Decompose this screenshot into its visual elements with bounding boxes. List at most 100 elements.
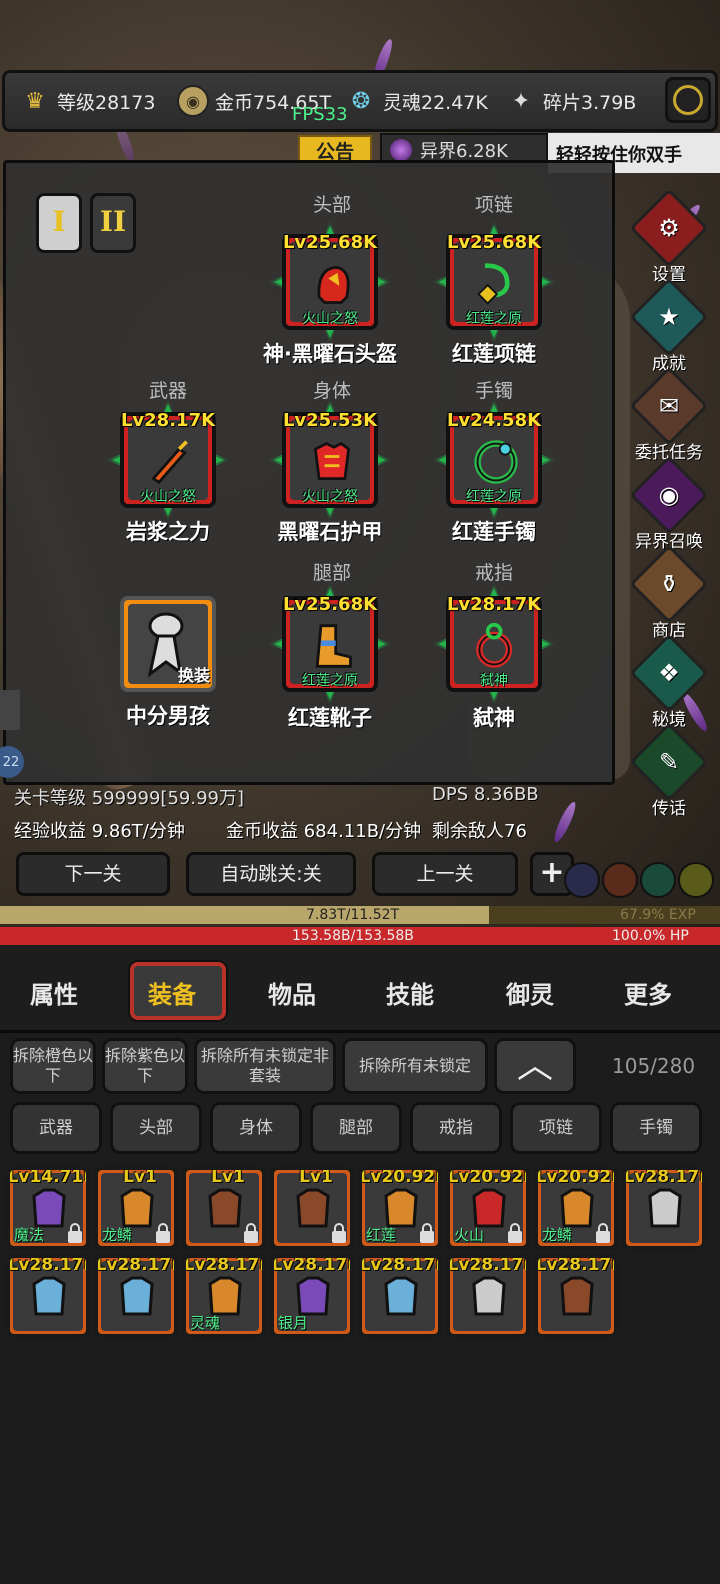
sidebar-button[interactable]: ★ 成就 bbox=[618, 277, 720, 374]
equipment-item-icon bbox=[317, 265, 350, 304]
dps-text: DPS 8.36BB bbox=[432, 784, 539, 805]
inventory-item[interactable]: Lv20.92K 红莲 bbox=[358, 1166, 442, 1250]
inventory-item-level: Lv1 bbox=[123, 1167, 157, 1187]
skill-orb-icon[interactable] bbox=[678, 862, 714, 898]
inventory-item-level: Lv28.17K bbox=[271, 1255, 354, 1275]
inventory-item[interactable]: Lv1 龙鳞 bbox=[94, 1166, 178, 1250]
inventory-item[interactable]: Lv20.92K 龙鳞 bbox=[534, 1166, 618, 1250]
inventory-item-icon bbox=[120, 1276, 154, 1316]
equipment-slot[interactable]: Lv24.58K 红莲之原 bbox=[432, 398, 556, 522]
inventory-item[interactable]: Lv1 bbox=[270, 1166, 354, 1250]
sidebar-icon: ✎ bbox=[629, 722, 709, 802]
item-level: Lv28.17K bbox=[446, 594, 542, 615]
level-text: 等级28173 bbox=[57, 91, 156, 114]
auto-skip-button[interactable]: 自动跳关:关 bbox=[186, 852, 356, 896]
dismantle-all-button[interactable]: 拆除所有未锁定 bbox=[342, 1038, 488, 1094]
inventory-item[interactable]: Lv28.17K bbox=[358, 1254, 442, 1338]
dismantle-orange-button[interactable]: 拆除橙色以下 bbox=[10, 1038, 96, 1094]
sidebar-icon: ✉ bbox=[629, 366, 709, 446]
character-skin-slot[interactable]: 换装 bbox=[120, 596, 216, 692]
filter-button[interactable]: 手镯 bbox=[610, 1102, 702, 1154]
tab-5[interactable]: 更多 bbox=[624, 975, 672, 1010]
tab-2[interactable]: 物品 bbox=[268, 975, 316, 1010]
item-set-name: 火山之怒 bbox=[302, 311, 358, 327]
inventory-item-icon bbox=[208, 1188, 242, 1228]
item-level: Lv24.58K bbox=[446, 410, 542, 431]
lock-icon bbox=[68, 1223, 82, 1243]
inventory-item[interactable]: Lv28.17K bbox=[6, 1254, 90, 1338]
inventory-item[interactable]: Lv1 bbox=[182, 1166, 266, 1250]
inventory-item[interactable]: Lv28.17K bbox=[534, 1254, 618, 1338]
loadout-tab-1[interactable]: I bbox=[36, 193, 82, 253]
skill-orb-icon[interactable] bbox=[602, 862, 638, 898]
inventory-item[interactable]: Lv28.17K bbox=[446, 1254, 530, 1338]
inventory-item[interactable]: Lv14.71K 魔法 bbox=[6, 1166, 90, 1250]
inventory-item-set: 银月 bbox=[278, 1314, 309, 1332]
skill-orb-icon[interactable] bbox=[564, 862, 600, 898]
filter-button[interactable]: 身体 bbox=[210, 1102, 302, 1154]
tab-4[interactable]: 御灵 bbox=[506, 975, 554, 1010]
sidebar-button[interactable]: ⚱ 商店 bbox=[618, 544, 720, 641]
item-level: Lv25.68K bbox=[282, 594, 378, 615]
lock-icon bbox=[244, 1223, 258, 1243]
item-level: Lv28.17K bbox=[120, 410, 216, 431]
filter-button[interactable]: 腿部 bbox=[310, 1102, 402, 1154]
inventory-item[interactable]: Lv20.92K 火山 bbox=[446, 1166, 530, 1250]
tab-3[interactable]: 技能 bbox=[386, 975, 434, 1010]
inventory-item[interactable]: Lv28.17K bbox=[622, 1166, 706, 1250]
inventory-item[interactable]: Lv28.17K bbox=[94, 1254, 178, 1338]
character-name: 中分男孩 bbox=[126, 704, 210, 728]
tab-0[interactable]: 属性 bbox=[30, 975, 78, 1010]
dismantle-purple-button[interactable]: 拆除紫色以下 bbox=[102, 1038, 188, 1094]
prev-stage-button[interactable]: 上一关 bbox=[372, 852, 518, 896]
equipment-slot[interactable]: Lv25.53K 火山之怒 bbox=[268, 398, 392, 522]
item-name: 红莲靴子 bbox=[288, 706, 372, 730]
sidebar-icon: ❖ bbox=[629, 633, 709, 713]
slot-title: 身体 bbox=[312, 380, 351, 402]
item-set-name: 火山之怒 bbox=[140, 489, 196, 505]
sidebar-button[interactable]: ❖ 秘境 bbox=[618, 633, 720, 730]
equipment-slot[interactable]: Lv28.17K 弑神 bbox=[432, 582, 556, 706]
equipment-slot[interactable]: Lv25.68K 红莲之原 bbox=[432, 220, 556, 344]
slot-title: 腿部 bbox=[312, 562, 351, 584]
collapse-button[interactable]: ︿ bbox=[494, 1038, 576, 1094]
sidebar-button[interactable]: ◉ 异界召唤 bbox=[618, 455, 720, 552]
main-tab-bar bbox=[0, 945, 720, 1033]
exp-percent: 67.9% EXP bbox=[620, 907, 696, 923]
inventory-item[interactable]: Lv28.17K 银月 bbox=[270, 1254, 354, 1338]
inventory-item-set: 红莲 bbox=[366, 1226, 397, 1244]
inventory-item-level: Lv28.17K bbox=[95, 1255, 178, 1275]
item-level: Lv25.68K bbox=[282, 232, 378, 253]
exp-income-text: 经验收益 9.86T/分钟 bbox=[14, 821, 185, 842]
equipment-slot[interactable]: Lv25.68K 火山之怒 bbox=[268, 220, 392, 344]
equipment-slot[interactable]: Lv28.17K 火山之怒 bbox=[106, 398, 230, 522]
filter-button[interactable]: 武器 bbox=[10, 1102, 102, 1154]
exp-value: 7.83T/11.52T bbox=[306, 907, 400, 923]
filter-button[interactable]: 戒指 bbox=[410, 1102, 502, 1154]
compass-button[interactable] bbox=[665, 77, 711, 123]
tab-1[interactable]: 装备 bbox=[148, 975, 196, 1010]
sidebar-icon: ⚙ bbox=[629, 188, 709, 268]
enemies-left-text: 剩余敌人76 bbox=[432, 821, 527, 842]
inventory-item-set: 龙鳞 bbox=[102, 1226, 133, 1244]
inventory-item[interactable]: Lv28.17K 灵魂 bbox=[182, 1254, 266, 1338]
item-name: 红莲项链 bbox=[452, 342, 536, 366]
lock-icon bbox=[420, 1223, 434, 1243]
next-stage-button[interactable]: 下一关 bbox=[16, 852, 170, 896]
sidebar-button[interactable]: ✎ 传话 bbox=[618, 722, 720, 819]
soul-text: 灵魂22.47K bbox=[383, 91, 488, 114]
item-set-name: 火山之怒 bbox=[302, 489, 358, 505]
inventory-item-set: 魔法 bbox=[14, 1226, 45, 1244]
change-outfit-badge: 换装 bbox=[177, 666, 210, 685]
filter-button[interactable]: 头部 bbox=[110, 1102, 202, 1154]
equipment-slot[interactable]: Lv25.68K 红莲之原 bbox=[268, 582, 392, 706]
dismantle-nonset-button[interactable]: 拆除所有未锁定非套装 bbox=[194, 1038, 336, 1094]
equipment-item-icon bbox=[151, 440, 188, 485]
skill-orb-icon[interactable] bbox=[640, 862, 676, 898]
sidebar-button[interactable]: ⚙ 设置 bbox=[618, 188, 720, 285]
exp-bar-fill bbox=[0, 906, 489, 924]
filter-button[interactable]: 项链 bbox=[510, 1102, 602, 1154]
inventory-item-icon bbox=[560, 1276, 594, 1316]
sidebar-button[interactable]: ✉ 委托任务 bbox=[618, 366, 720, 463]
loadout-tab-2[interactable]: II bbox=[90, 193, 136, 253]
